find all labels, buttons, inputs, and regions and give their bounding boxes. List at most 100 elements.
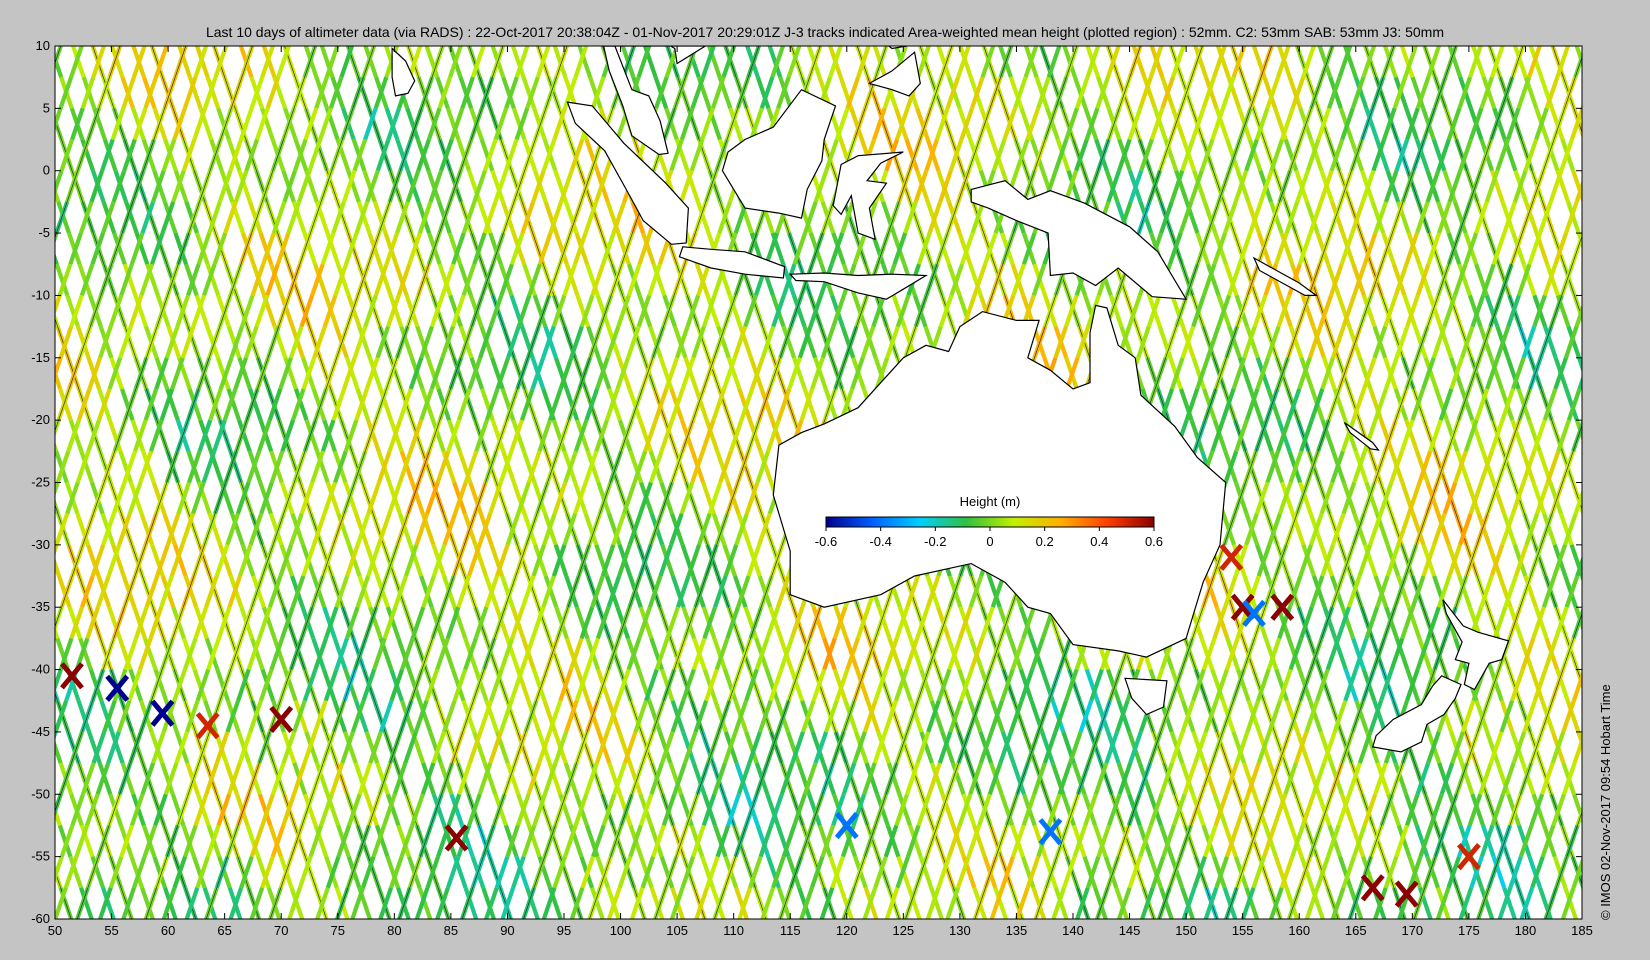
track-segment — [7, 420, 18, 451]
track-segment — [1635, 732, 1646, 763]
track-segment — [1598, 483, 1609, 514]
track-segment — [1619, 545, 1630, 576]
track-segment — [0, 888, 3, 919]
track-segment — [18, 763, 29, 794]
track-segment — [1616, 295, 1627, 326]
track-segment — [14, 327, 25, 358]
track-segment — [1593, 607, 1604, 638]
track-segment — [1611, 327, 1622, 358]
track-segment — [0, 264, 3, 295]
track-segment — [1581, 202, 1582, 204]
altimeter-map: 50 55 60 65 70 75 80 85 90 95 100 105 110 115 120 125 13… — [0, 38, 1650, 938]
track-segment — [0, 140, 9, 171]
track-segment — [1581, 888, 1582, 891]
track-segment — [15, 202, 26, 233]
track-segment — [5, 545, 16, 576]
track-segment — [1596, 358, 1607, 389]
track-segment — [14, 638, 25, 669]
track-segment — [16, 77, 27, 108]
track-segment — [1595, 171, 1606, 202]
track-segment — [15, 576, 26, 607]
track-segment — [8, 607, 19, 638]
track-segment — [9, 46, 20, 77]
track-segment — [1625, 701, 1636, 732]
track-segment — [1609, 514, 1620, 545]
track-segment — [1626, 327, 1637, 358]
track-segment — [13, 825, 24, 856]
track-segment — [4, 670, 15, 701]
track-segment — [7, 670, 18, 701]
track-segment — [0, 825, 8, 856]
track-segment — [1621, 358, 1632, 389]
track-segment — [1638, 295, 1649, 326]
track-segment — [1626, 638, 1637, 669]
track-segment — [1618, 732, 1629, 763]
track-segment — [1585, 825, 1596, 856]
track-segment — [1621, 483, 1632, 514]
track-segment — [27, 108, 38, 139]
track-segment — [20, 77, 31, 108]
track-segment — [9, 108, 20, 139]
track-segment — [19, 701, 30, 732]
track-segment — [0, 763, 9, 794]
track-segment — [0, 264, 8, 295]
track-segment — [1643, 545, 1650, 576]
track-segment — [16, 514, 27, 545]
track-segment — [18, 264, 29, 295]
track-segment — [26, 233, 37, 264]
track-segment — [1615, 607, 1626, 638]
track-segment — [1616, 233, 1627, 264]
track-segment — [6, 420, 17, 451]
track-segment — [1629, 763, 1640, 794]
track-segment — [16, 389, 27, 420]
track-segment — [1606, 389, 1617, 420]
track-segment — [1588, 701, 1599, 732]
track-segment — [1581, 514, 1582, 516]
track-segment — [6, 794, 17, 825]
track-segment — [1590, 389, 1601, 420]
track-segment — [25, 171, 36, 202]
track-segment — [1640, 233, 1650, 264]
track-segment — [17, 701, 28, 732]
track-segment — [0, 389, 6, 420]
track-segment — [1631, 888, 1642, 919]
track-segment — [0, 888, 3, 919]
track-segment — [1638, 483, 1649, 514]
track-segment — [1627, 264, 1638, 295]
track-segment — [0, 825, 8, 856]
track-segment — [5, 358, 16, 389]
track-segment — [0, 763, 6, 794]
track-segment — [18, 888, 29, 919]
track-segment — [3, 857, 14, 888]
track-segment — [17, 389, 28, 420]
track-segment — [0, 77, 9, 108]
track-segment — [8, 483, 19, 514]
track-segment — [1641, 857, 1650, 888]
track-segment — [1605, 576, 1616, 607]
track-segment — [1617, 420, 1628, 451]
track-segment — [0, 451, 7, 482]
track-segment — [1580, 576, 1582, 583]
track-segment — [0, 327, 5, 358]
track-segment — [9, 732, 20, 763]
track-segment — [1605, 264, 1616, 295]
track-segment — [1630, 825, 1641, 856]
track-segment — [1646, 763, 1650, 794]
track-segment — [1587, 451, 1598, 482]
track-segment — [0, 638, 7, 669]
track-segment — [1587, 638, 1598, 669]
track-segment — [1630, 576, 1641, 607]
track-segment — [8, 857, 19, 888]
track-segment — [1600, 295, 1611, 326]
track-segment — [5, 607, 16, 638]
track-segment — [4, 108, 15, 139]
track-segment — [8, 732, 19, 763]
track-segment — [1606, 202, 1617, 233]
track-segment — [0, 140, 5, 171]
track-segment — [1594, 545, 1605, 576]
track-segment — [17, 451, 28, 482]
track-segment — [29, 108, 40, 139]
track-segment — [18, 763, 29, 794]
track-segment — [8, 794, 19, 825]
track-segment — [1640, 607, 1650, 638]
